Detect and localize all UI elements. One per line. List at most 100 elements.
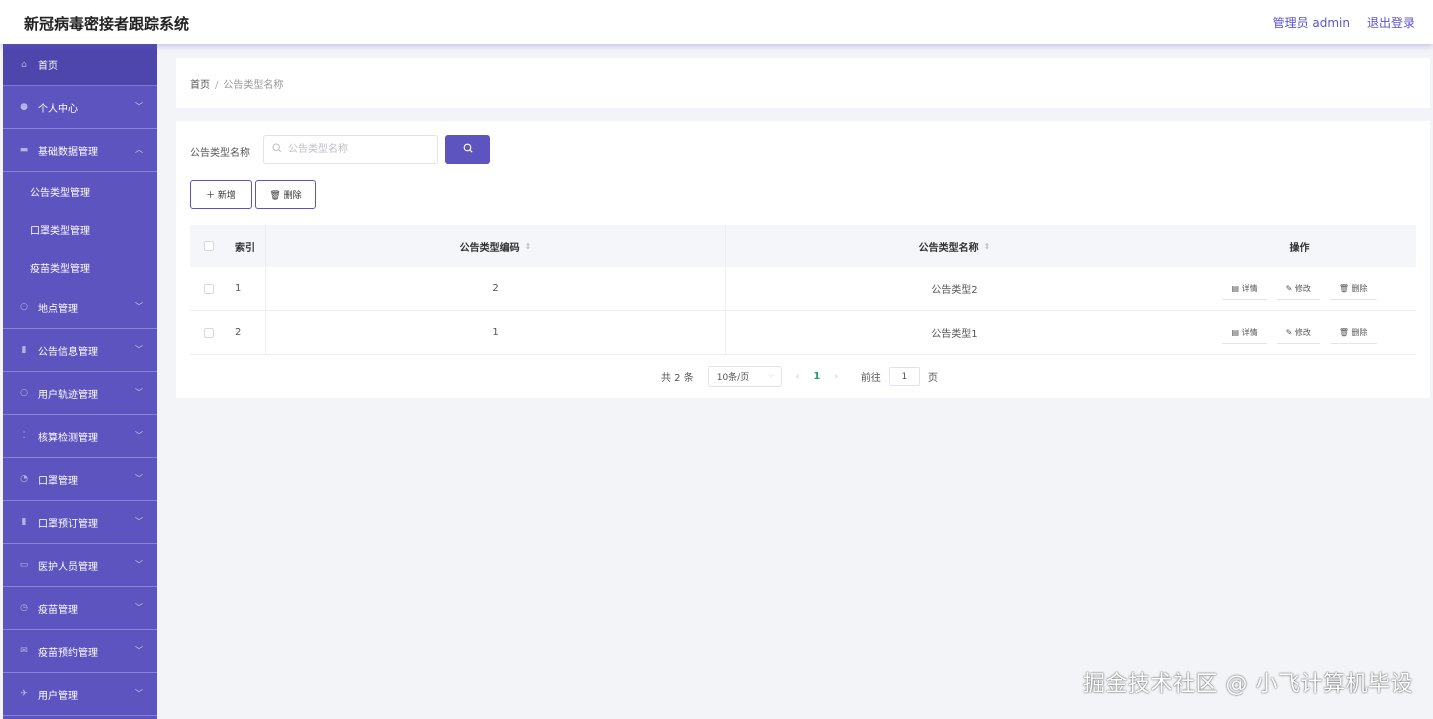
row-checkbox-cell [190, 267, 228, 310]
sidebar-item-label: 公告信息管理 [38, 346, 98, 358]
search-label: 公告类型名称 [190, 148, 250, 159]
detail-button[interactable]: ▤ 详情 [1222, 322, 1267, 344]
delete-button[interactable]: 🗑 删除 [1329, 278, 1377, 300]
sidebar-subitem-2-1[interactable]: 口罩类型管理 [3, 210, 157, 248]
chevron-down-icon[interactable]: ﹀ [135, 387, 143, 398]
test-icon: ⁚ [22, 431, 26, 441]
chevron-down-icon[interactable]: ﹀ [135, 344, 143, 355]
sidebar-item-3[interactable]: ○ 地点管理 ﹀ [3, 286, 157, 329]
content-panel: 公告类型名称 ＋ 新增 🗑 删除 索引 公告类型编码 ⇕ 公告类型名称 ⇕ 操作 1… [176, 121, 1430, 398]
chevron-down-icon[interactable]: ﹀ [135, 688, 143, 699]
row-index: 1 [228, 267, 266, 310]
prev-page-icon[interactable]: ‹ [796, 372, 800, 382]
sidebar-item-0[interactable]: ⌂ 首页 [3, 44, 157, 86]
table-row: 1 2 公告类型2 ▤ 详情 ✎ 修改 🗑 删除 [190, 267, 1416, 311]
add-button[interactable]: ＋ 新增 [190, 180, 252, 209]
header-ops-label: 操作 [1289, 242, 1310, 254]
page-size-select[interactable]: 10条/页 ⌵ [707, 366, 782, 387]
chevron-down-icon[interactable]: ﹀ [135, 473, 143, 484]
goto-page-input[interactable]: 1 [888, 367, 920, 386]
watermark: 掘金技术社区 @ 小飞计算机毕设 [1083, 672, 1413, 697]
sidebar-item-label: 口罩预订管理 [38, 518, 98, 530]
sidebar-item-8[interactable]: ▮ 口罩预订管理 ﹀ [3, 501, 157, 544]
mask-icon: ◔ [20, 474, 28, 484]
app-title: 新冠病毒密接者跟踪系统 [24, 15, 190, 33]
row-name: 公告类型2 [726, 267, 1183, 310]
sidebar-item-4[interactable]: ▮ 公告信息管理 ﹀ [3, 329, 157, 372]
pagination-total: 共 2 条 [661, 373, 694, 384]
sort-icon[interactable]: ⇕ [525, 242, 532, 251]
sidebar-subitem-2-2[interactable]: 疫苗类型管理 [3, 248, 157, 286]
row-index: 2 [228, 311, 266, 354]
send-icon: ✈ [20, 689, 28, 699]
row-checkbox[interactable] [204, 327, 214, 338]
goto-page-value: 1 [901, 371, 908, 382]
delete-button[interactable]: 🗑 删除 [1329, 322, 1377, 344]
detail-button[interactable]: ▤ 详情 [1222, 278, 1267, 300]
sidebar-item-7[interactable]: ◔ 口罩管理 ﹀ [3, 458, 157, 501]
admin-user-link[interactable]: 管理员 admin [1273, 14, 1350, 31]
row-checkbox[interactable] [204, 283, 214, 294]
chevron-down-icon[interactable]: ﹀ [135, 101, 143, 112]
chevron-down-icon[interactable]: ﹀ [135, 301, 143, 312]
sidebar-item-2[interactable]: ▬ 基础数据管理 ︿ [3, 129, 157, 172]
header-checkbox-cell [190, 225, 228, 267]
sidebar-item-5[interactable]: ○ 用户轨迹管理 ﹀ [3, 372, 157, 415]
breadcrumb-current: 公告类型名称 [223, 80, 284, 91]
top-header: 新冠病毒密接者跟踪系统 管理员 admin 退出登录 [0, 0, 1433, 44]
sidebar-item-label: 口罩管理 [38, 475, 78, 487]
sidebar-item-label: 医护人员管理 [38, 561, 98, 573]
table-row: 2 1 公告类型1 ▤ 详情 ✎ 修改 🗑 删除 [190, 311, 1416, 355]
current-page-number[interactable]: 1 [813, 371, 820, 382]
chevron-down-icon[interactable]: ﹀ [135, 645, 143, 656]
vaccine-icon: ◷ [20, 603, 28, 613]
logout-link[interactable]: 退出登录 [1367, 14, 1415, 31]
chevron-up-icon[interactable]: ︿ [135, 144, 143, 155]
sidebar: ⌂ 首页 ● 个人中心 ﹀ ▬ 基础数据管理 ︿ 公告类型管理 口罩类型管理 疫苗类型管理 ○ 地点管理… [3, 44, 157, 719]
edit-button[interactable]: ✎ 修改 [1276, 278, 1320, 300]
sidebar-item-12[interactable]: ✈ 用户管理 ﹀ [3, 673, 157, 716]
page-size-value: 10条/页 [716, 373, 750, 383]
table-body: 1 2 公告类型2 ▤ 详情 ✎ 修改 🗑 删除 2 1 公告类型1 ▤ 详情 ✎ 修改 🗑 删除 [190, 267, 1416, 355]
breadcrumb: 首页 / 公告类型名称 [190, 76, 283, 91]
batch-delete-button[interactable]: 🗑 删除 [255, 180, 316, 209]
row-code-value: 1 [492, 327, 499, 338]
sidebar-item-label: 地点管理 [38, 303, 78, 315]
chevron-down-icon[interactable]: ﹀ [135, 559, 143, 570]
sidebar-item-label: 疫苗管理 [38, 604, 78, 616]
goto-label: 前往 [860, 373, 881, 384]
header-name[interactable]: 公告类型名称 ⇕ [726, 225, 1183, 267]
row-code: 1 [266, 311, 726, 354]
header-index-label: 索引 [235, 242, 255, 254]
sort-icon[interactable]: ⇕ [984, 242, 991, 251]
row-checkbox-cell [190, 311, 228, 354]
sidebar-item-1[interactable]: ● 个人中心 ﹀ [3, 86, 157, 129]
header-user-area: 管理员 admin 退出登录 [1273, 14, 1415, 31]
header-code[interactable]: 公告类型编码 ⇕ [266, 225, 726, 267]
chevron-down-icon[interactable]: ﹀ [135, 430, 143, 441]
sidebar-item-label: 用户管理 [38, 690, 78, 702]
sidebar-item-10[interactable]: ◷ 疫苗管理 ﹀ [3, 587, 157, 630]
chevron-down-icon[interactable]: ﹀ [135, 602, 143, 613]
sidebar-subitem-2-0[interactable]: 公告类型管理 [3, 172, 157, 210]
page-unit-label: 页 [927, 373, 938, 384]
order-icon: ▮ [21, 517, 27, 527]
row-name-value: 公告类型2 [931, 285, 978, 296]
search-icon [463, 143, 473, 156]
sidebar-item-9[interactable]: ▭ 医护人员管理 ﹀ [3, 544, 157, 587]
search-button[interactable] [445, 135, 490, 164]
search-input-icon [272, 143, 282, 156]
row-name: 公告类型1 [726, 311, 1183, 354]
search-input[interactable] [263, 135, 438, 164]
sidebar-item-label: 疫苗预约管理 [38, 647, 98, 659]
chevron-down-icon[interactable]: ﹀ [135, 516, 143, 527]
table-header-row: 索引 公告类型编码 ⇕ 公告类型名称 ⇕ 操作 [190, 225, 1416, 267]
select-all-checkbox[interactable] [204, 241, 214, 251]
location-icon: ○ [20, 302, 28, 312]
sidebar-item-11[interactable]: ✉ 疫苗预约管理 ﹀ [3, 630, 157, 673]
edit-button[interactable]: ✎ 修改 [1276, 322, 1320, 344]
next-page-icon[interactable]: › [834, 372, 838, 382]
header-name-label: 公告类型名称 [918, 242, 979, 254]
sidebar-item-6[interactable]: ⁚ 核算检测管理 ﹀ [3, 415, 157, 458]
breadcrumb-home[interactable]: 首页 [190, 80, 210, 91]
